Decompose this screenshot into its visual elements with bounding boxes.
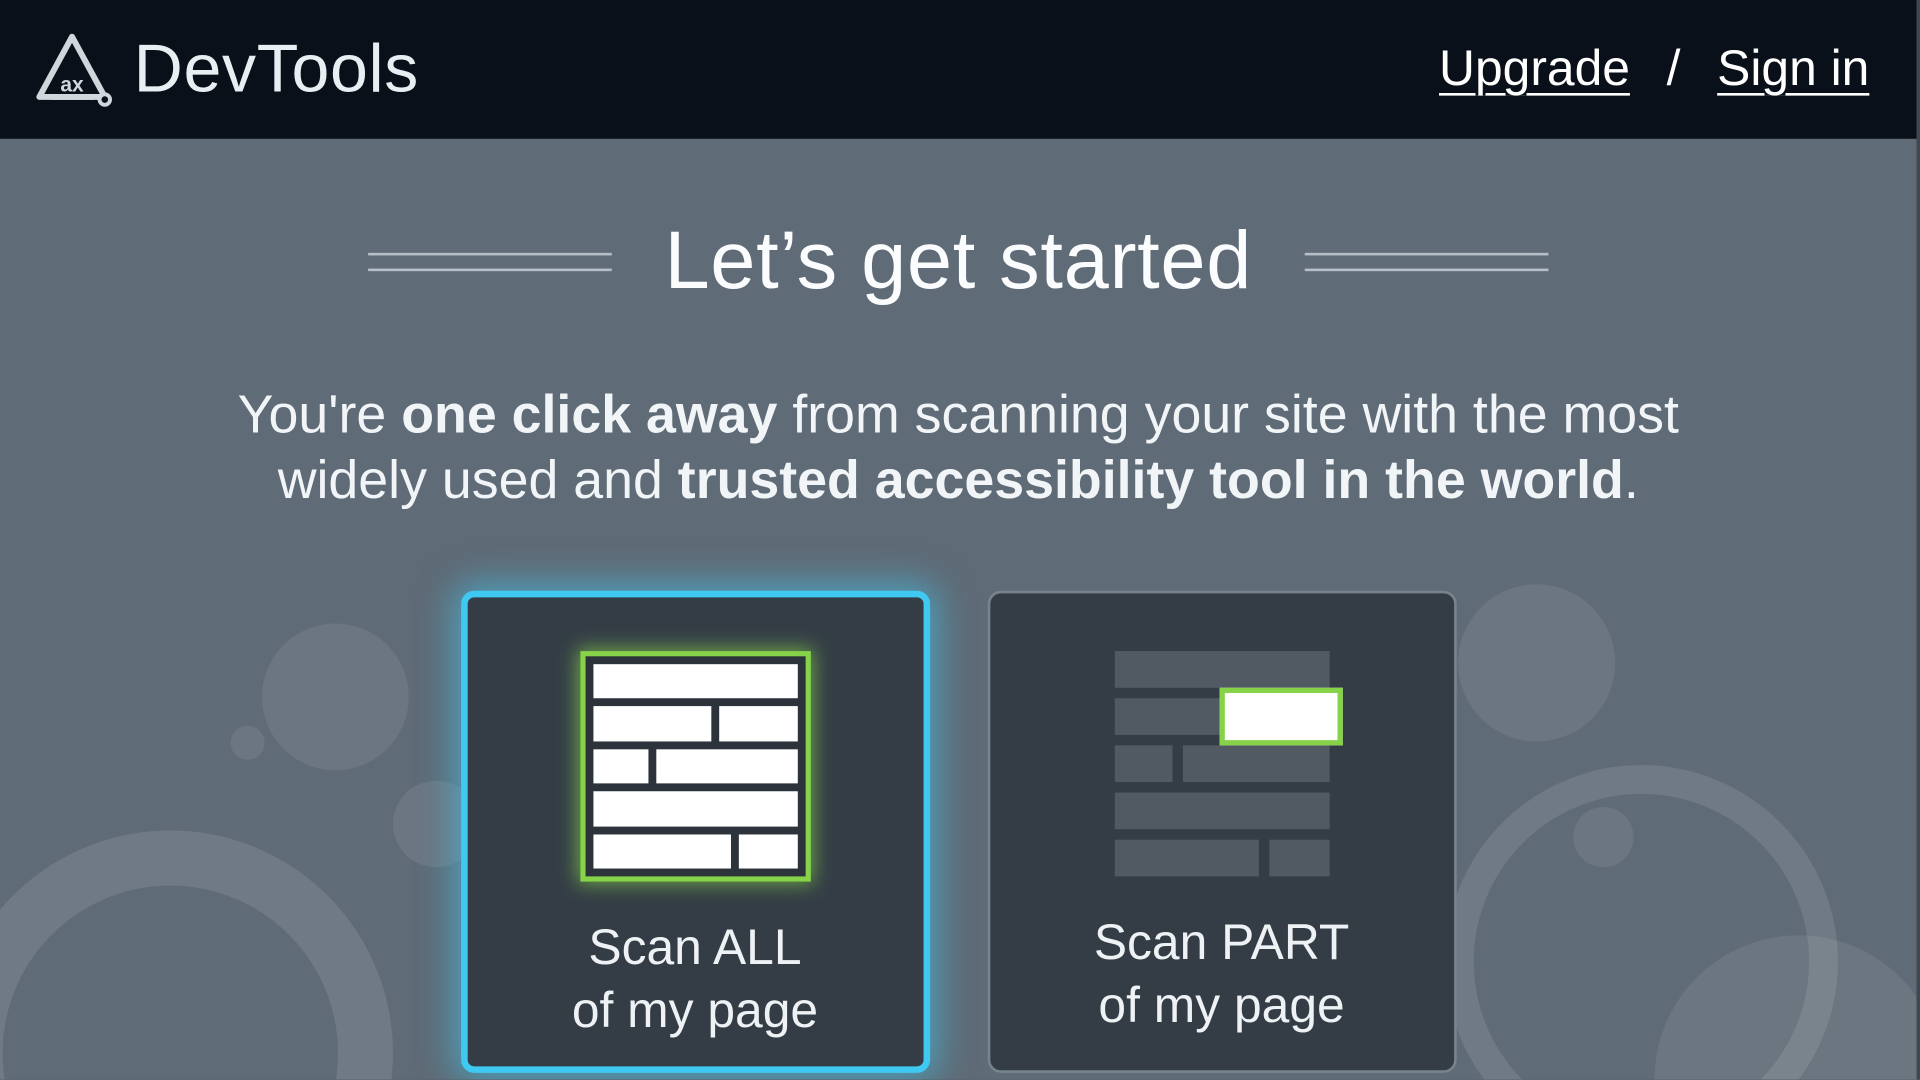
subtitle-bold: one click away <box>401 384 777 444</box>
scan-all-illustration-icon <box>580 651 811 882</box>
subtitle-part: . <box>1624 449 1639 509</box>
subtitle-part: You're <box>238 384 402 444</box>
card-label-line: Scan ALL <box>588 921 801 976</box>
separator: / <box>1667 41 1681 97</box>
scan-part-card[interactable]: Scan PART of my page <box>987 591 1456 1073</box>
selection-highlight-icon <box>1219 688 1342 746</box>
signin-link[interactable]: Sign in <box>1717 41 1869 97</box>
decorative-rule-right <box>1304 252 1548 270</box>
svg-text:ax: ax <box>60 74 84 97</box>
subtitle: You're one click away from scanning your… <box>185 381 1731 512</box>
subtitle-bold: trusted accessibility tool in the world <box>678 449 1624 509</box>
scan-part-label: Scan PART of my page <box>1094 913 1349 1037</box>
scan-all-card[interactable]: Scan ALL of my page <box>460 591 929 1073</box>
brand-name: DevTools <box>134 30 419 109</box>
upgrade-link[interactable]: Upgrade <box>1439 41 1630 97</box>
scan-all-label: Scan ALL of my page <box>572 918 818 1042</box>
header: ax DevTools Upgrade / Sign in <box>0 0 1920 139</box>
header-links: Upgrade / Sign in <box>1439 41 1869 97</box>
title-row: Let’s get started <box>0 215 1917 308</box>
card-label-line: of my page <box>1098 978 1344 1033</box>
page-title: Let’s get started <box>664 215 1252 308</box>
card-label-line: Scan PART <box>1094 916 1349 971</box>
main: Let’s get started You're one click away … <box>0 139 1920 1080</box>
scan-part-illustration-icon <box>1114 651 1329 876</box>
brand: ax DevTools <box>31 30 419 109</box>
card-label-line: of my page <box>572 983 818 1038</box>
cards: Scan ALL of my page Scan PART of my page <box>0 591 1917 1073</box>
axe-logo-icon: ax <box>31 31 112 107</box>
decorative-rule-left <box>368 252 612 270</box>
